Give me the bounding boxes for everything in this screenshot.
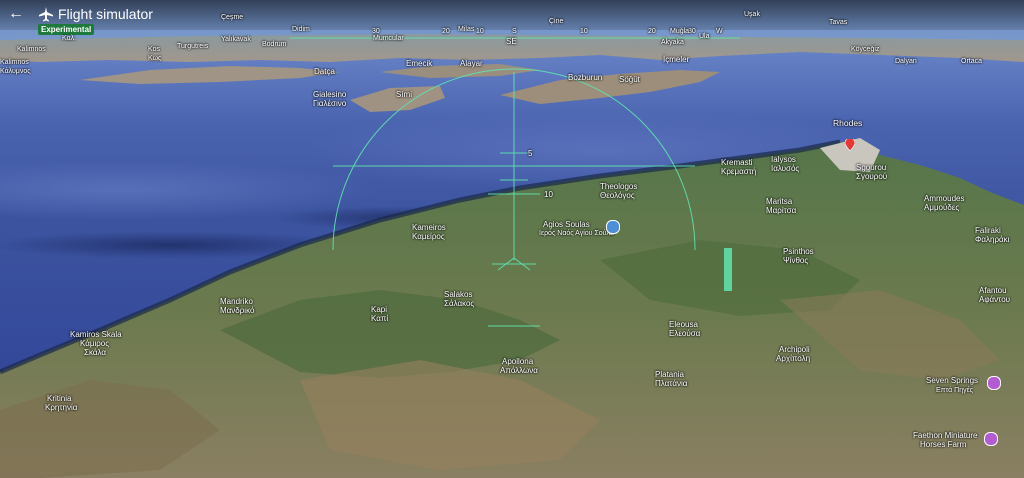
- place-label: Çine: [549, 18, 564, 25]
- place-label: Akyaka: [661, 39, 684, 46]
- place-label: Eleousa: [669, 320, 698, 329]
- place-label: Κάλυμνος: [0, 68, 31, 75]
- place-label: Θεολόγος: [600, 191, 635, 200]
- place-label: Salakos: [444, 290, 473, 299]
- place-label: Πλατάνια: [655, 379, 688, 388]
- place-label: Uşak: [744, 11, 760, 18]
- place-label: Didim: [292, 26, 310, 33]
- place-label: Φαληράκι: [975, 235, 1010, 244]
- hud-tick: 20: [648, 28, 656, 35]
- place-label: Agios Soulas: [543, 220, 590, 229]
- place-label: Κάμιρος: [80, 339, 110, 348]
- hud-pitch-label: 10: [544, 190, 553, 199]
- place-label: Horses Farm: [920, 440, 967, 449]
- place-label: Çeşme: [221, 14, 244, 21]
- place-label: Datça: [314, 67, 335, 76]
- attraction-icon[interactable]: [987, 376, 1001, 390]
- place-label: Καπί: [371, 314, 389, 323]
- hud-pitch-label: 5: [528, 149, 533, 158]
- place-label: Ιερός Ναός Αγίου Σούλα: [539, 230, 614, 237]
- place-label: Σάλακος: [444, 299, 475, 308]
- place-label: Tavas: [829, 19, 848, 26]
- place-label: Kremasti: [721, 158, 753, 167]
- place-label: Κρητηνία: [45, 403, 78, 412]
- place-label: Kamiros Skala: [70, 330, 122, 339]
- place-label: Κως: [148, 55, 162, 62]
- map-viewport[interactable]: ← Flight simulator Experimental 30 20 10…: [0, 0, 1024, 478]
- place-label: Sími: [396, 90, 412, 99]
- place-label: Turgutreis: [177, 43, 209, 50]
- place-label: Apollona: [502, 357, 534, 366]
- place-label: Ιαλυσός: [771, 164, 800, 173]
- place-label: Psinthos: [783, 247, 814, 256]
- place-label: Καμείρος: [412, 232, 445, 241]
- hud-tick: 30: [688, 28, 696, 35]
- place-label: Μανδρικό: [220, 306, 255, 315]
- place-label: Ialysos: [771, 155, 796, 164]
- place-label: Αρχίπολη: [776, 354, 811, 363]
- place-label: Muğla: [670, 28, 690, 35]
- place-label: Κρεμαστή: [721, 167, 757, 176]
- place-label: Αφάντου: [979, 295, 1011, 304]
- place-label: Kameiros: [412, 223, 446, 232]
- place-label: Επτά Πηγές: [936, 387, 974, 394]
- place-label: Alayar: [460, 59, 483, 68]
- place-label: Απόλλωνα: [500, 366, 538, 375]
- place-label: Mandriko: [220, 297, 253, 306]
- place-label: Σγουρού: [856, 172, 888, 181]
- hud-heading: SE: [506, 37, 517, 46]
- hud-tick: S: [512, 28, 517, 35]
- place-label: Γιαλέσινο: [313, 99, 347, 108]
- place-label: Kritinia: [47, 394, 72, 403]
- place-label: Kalimnos: [17, 46, 46, 53]
- throttle-indicator: [724, 248, 732, 291]
- hud-tick: 10: [476, 28, 484, 35]
- place-label: Ula: [699, 33, 710, 40]
- place-label: Bozburun: [568, 73, 603, 82]
- place-label: Gialesino: [313, 90, 347, 99]
- church-icon[interactable]: [606, 220, 620, 234]
- place-label: Ψίνθος: [783, 256, 809, 265]
- place-label: Sgourou: [856, 163, 887, 172]
- place-label: Afantou: [979, 286, 1007, 295]
- place-label: Archipoli: [779, 345, 810, 354]
- place-label: Καλ.: [62, 35, 77, 42]
- hud-tick: 20: [442, 28, 450, 35]
- place-label: Söğüt: [619, 75, 640, 84]
- attraction-icon[interactable]: [984, 432, 998, 446]
- place-label: Dalyan: [895, 58, 917, 65]
- place-label: Kalimnos: [0, 59, 29, 66]
- place-label: Faethon Miniature: [913, 431, 978, 440]
- place-label: Bodrum: [262, 41, 287, 48]
- place-label: Σκάλα: [84, 348, 106, 357]
- place-label: Faliraki: [975, 226, 1001, 235]
- place-label: Yalıkavak: [221, 36, 251, 43]
- place-label: Rhodes: [833, 118, 863, 128]
- place-label: Maritsa: [766, 197, 793, 206]
- hud-tick: 10: [580, 28, 588, 35]
- place-label: Seven Springs: [926, 376, 979, 385]
- place-label: Ελεούσα: [669, 329, 701, 338]
- place-label: Μαρίτσα: [766, 206, 797, 215]
- hud-tick: W: [716, 28, 723, 35]
- place-label: Kos: [148, 46, 161, 53]
- flight-hud: [290, 37, 740, 327]
- place-label: Mumcular: [373, 35, 404, 42]
- place-label: Milas: [458, 26, 475, 33]
- place-label: Emecik: [406, 59, 433, 68]
- place-label: İçmeler: [663, 55, 690, 64]
- place-label: Ammoudes: [924, 194, 965, 203]
- location-pin-icon: [845, 139, 855, 151]
- place-label: Kapi: [371, 305, 388, 314]
- place-label: Ortaca: [961, 58, 983, 65]
- place-label: Platania: [655, 370, 684, 379]
- place-label: Köyceğiz: [851, 46, 880, 53]
- place-label: Theologos: [600, 182, 638, 191]
- place-label: Αμμούδες: [924, 203, 960, 212]
